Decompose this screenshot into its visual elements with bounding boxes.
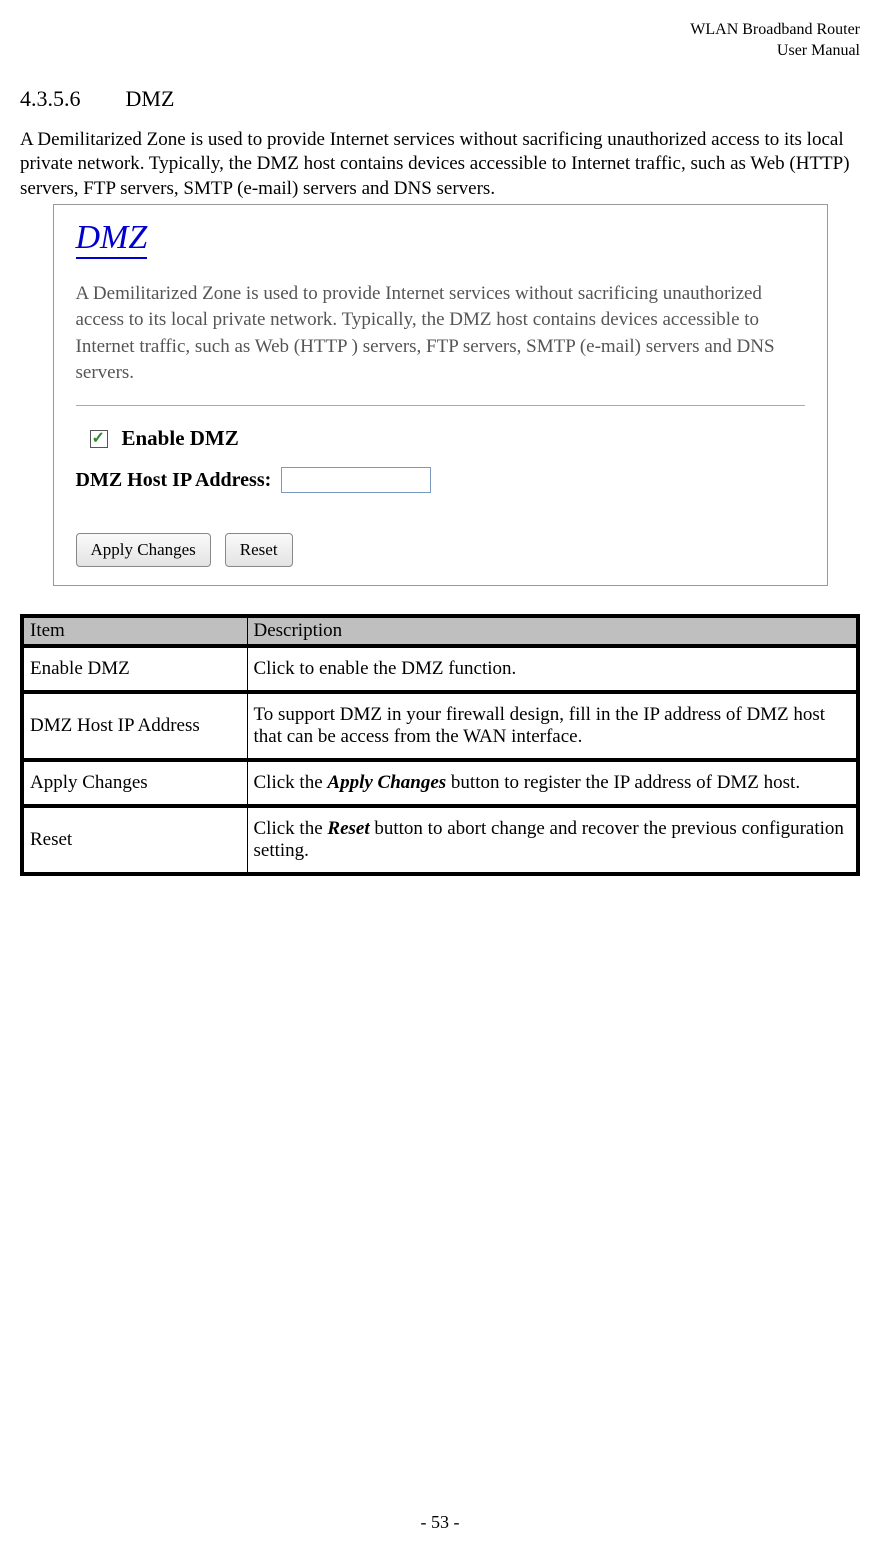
table-row: Enable DMZ Click to enable the DMZ funct… <box>22 646 858 692</box>
table-header-item: Item <box>22 616 247 646</box>
page-header: WLAN Broadband Router User Manual <box>20 20 860 62</box>
section-number: 4.3.5.6 <box>20 86 120 112</box>
enable-dmz-label: Enable DMZ <box>122 426 239 451</box>
header-line1: WLAN Broadband Router <box>20 20 860 41</box>
table-cell-desc: Click to enable the DMZ function. <box>247 646 858 692</box>
enable-dmz-checkbox[interactable] <box>90 430 108 448</box>
dmz-panel-title: DMZ <box>76 219 148 259</box>
dmz-ip-input[interactable] <box>281 467 431 493</box>
table-cell-item: DMZ Host IP Address <box>22 692 247 760</box>
reset-button[interactable]: Reset <box>225 533 293 567</box>
table-cell-desc: Click the Reset button to abort change a… <box>247 806 858 874</box>
dmz-screenshot-panel: DMZ A Demilitarized Zone is used to prov… <box>53 204 828 586</box>
page-footer: - 53 - <box>0 1512 880 1533</box>
dmz-panel-description: A Demilitarized Zone is used to provide … <box>76 281 805 387</box>
table-row: Reset Click the Reset button to abort ch… <box>22 806 858 874</box>
section-heading: 4.3.5.6 DMZ <box>20 86 860 112</box>
table-row: Apply Changes Click the Apply Changes bu… <box>22 760 858 806</box>
table-cell-item: Enable DMZ <box>22 646 247 692</box>
table-cell-item: Reset <box>22 806 247 874</box>
dmz-ip-row: DMZ Host IP Address: <box>76 467 805 493</box>
section-title: DMZ <box>126 86 175 111</box>
dmz-ip-label: DMZ Host IP Address: <box>76 469 272 492</box>
header-line2: User Manual <box>20 41 860 62</box>
description-table: Item Description Enable DMZ Click to ena… <box>20 614 860 876</box>
table-cell-desc: Click the Apply Changes button to regist… <box>247 760 858 806</box>
enable-dmz-row: Enable DMZ <box>76 426 805 451</box>
buttons-row: Apply Changes Reset <box>76 533 805 567</box>
table-header-desc: Description <box>247 616 858 646</box>
table-row: DMZ Host IP Address To support DMZ in yo… <box>22 692 858 760</box>
table-cell-desc: To support DMZ in your firewall design, … <box>247 692 858 760</box>
table-cell-item: Apply Changes <box>22 760 247 806</box>
apply-changes-button[interactable]: Apply Changes <box>76 533 211 567</box>
divider <box>76 405 805 406</box>
intro-paragraph: A Demilitarized Zone is used to provide … <box>20 128 860 202</box>
